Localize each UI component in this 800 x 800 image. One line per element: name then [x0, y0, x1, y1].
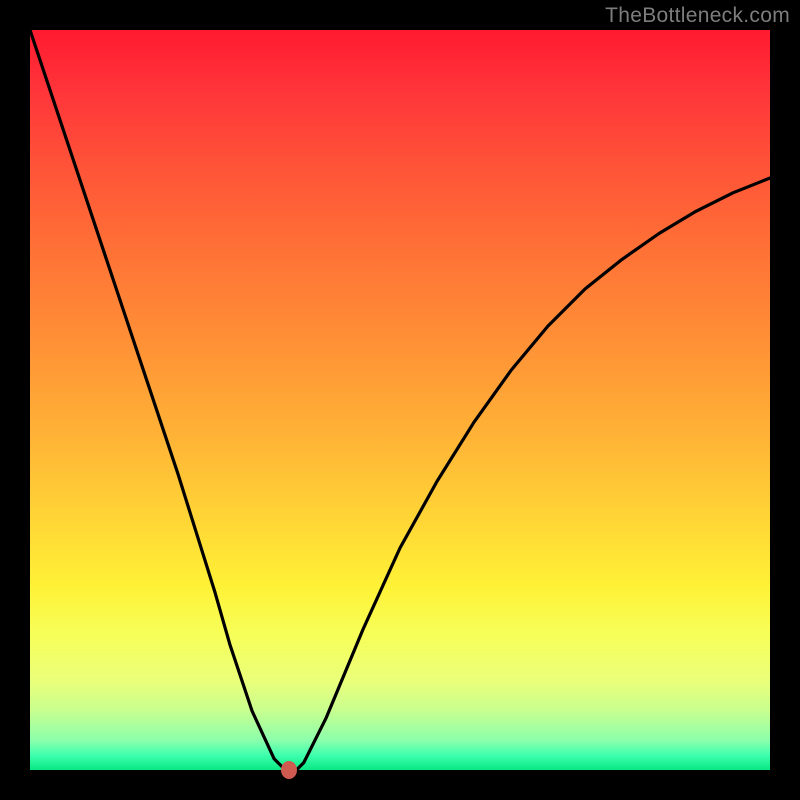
bottleneck-curve: [30, 30, 770, 770]
plot-area: [30, 30, 770, 770]
watermark-text: TheBottleneck.com: [605, 4, 790, 28]
chart-frame: TheBottleneck.com: [0, 0, 800, 800]
curve-svg: [30, 30, 770, 770]
minimum-marker: [281, 761, 297, 779]
